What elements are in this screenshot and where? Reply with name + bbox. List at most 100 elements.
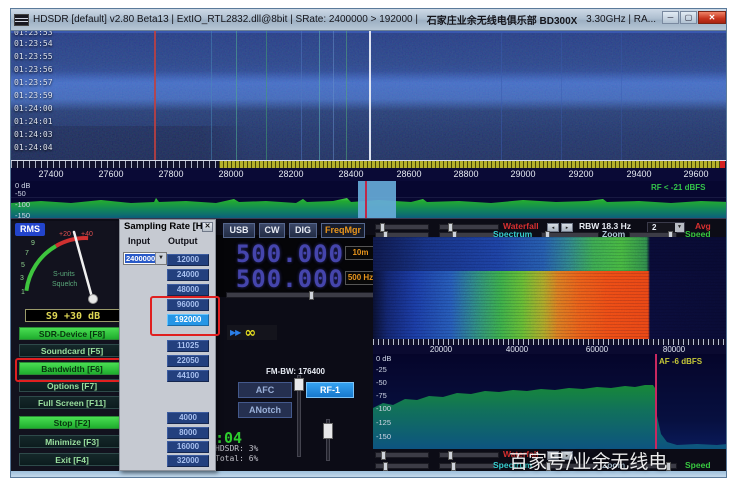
freq-tick: 27400 bbox=[31, 169, 71, 179]
mode-cw-button[interactable]: CW bbox=[259, 223, 285, 238]
playback-controls[interactable]: ▶▶ ∞ bbox=[227, 325, 277, 340]
slider-thumb[interactable] bbox=[381, 451, 386, 460]
afc-button[interactable]: AFC bbox=[238, 382, 292, 398]
tune-frequency-display[interactable]: 500.000 bbox=[216, 268, 344, 291]
titlebar[interactable]: HDSDR [default] v2.80 Beta13 | ExtIO_RTL… bbox=[11, 9, 727, 31]
freq-tick: 29400 bbox=[619, 169, 659, 179]
squelch-knob bbox=[89, 295, 98, 304]
af-cursor[interactable] bbox=[655, 354, 657, 449]
af-freq-tick: 20000 bbox=[417, 345, 465, 354]
minimize-icon[interactable]: ─ bbox=[662, 11, 679, 24]
close-icon[interactable]: ✕ bbox=[698, 11, 726, 24]
fast-forward-icon[interactable]: ▶▶ bbox=[230, 328, 240, 337]
rf-level-readout: RF < -21 dBFS bbox=[651, 183, 705, 192]
signal-trace bbox=[301, 31, 302, 160]
rate-option[interactable]: 8000 bbox=[167, 427, 209, 439]
rf-waterfall[interactable]: 01:23:53 01:23:54 01:23:55 01:23:56 01:2… bbox=[11, 31, 727, 160]
watermark: 百家号/业余无线电 bbox=[509, 447, 727, 474]
sampling-rate-dialog[interactable]: Sampling Rate [Hz] ✕ Input Output 240000… bbox=[119, 219, 216, 471]
anotch-button[interactable]: ANotch bbox=[238, 402, 292, 418]
af-noise-floor bbox=[373, 354, 727, 449]
waterfall-upper-slider[interactable] bbox=[375, 224, 429, 230]
loop-icon[interactable]: ∞ bbox=[244, 328, 256, 338]
signal-trace bbox=[319, 31, 320, 160]
volume-slider-thumb[interactable] bbox=[323, 423, 333, 439]
freq-tick: 28800 bbox=[446, 169, 486, 179]
db-label: -100 bbox=[15, 200, 30, 209]
rate-option[interactable]: 4000 bbox=[167, 412, 209, 424]
freq-tick: 27600 bbox=[91, 169, 131, 179]
rbw-increase-icon[interactable]: ▸ bbox=[561, 223, 573, 232]
minimize-button[interactable]: Minimize [F3] bbox=[19, 435, 125, 448]
bandwidth-slider-thumb[interactable] bbox=[294, 378, 304, 391]
rate-option[interactable]: 48000 bbox=[167, 284, 209, 296]
freq-tick: 29600 bbox=[676, 169, 716, 179]
rate-option[interactable]: 32000 bbox=[167, 455, 209, 467]
rate-option[interactable]: 11025 bbox=[167, 340, 209, 352]
band-select[interactable]: 10m bbox=[345, 246, 376, 260]
lo-frequency-display[interactable]: 500.000 bbox=[216, 243, 344, 266]
tuning-slider-thumb[interactable] bbox=[309, 291, 314, 300]
dialog-title: Sampling Rate [Hz] bbox=[124, 221, 211, 232]
meter-caption: S-units bbox=[53, 271, 75, 278]
spectrum-upper-slider-bottom[interactable] bbox=[375, 463, 429, 469]
waterfall-upper-slider-bottom[interactable] bbox=[375, 452, 429, 458]
slider-thumb[interactable] bbox=[451, 462, 456, 471]
step-select[interactable]: 500 Hz bbox=[345, 271, 376, 285]
meter-mode-badge[interactable]: RMS bbox=[15, 223, 45, 236]
fullscreen-button[interactable]: Full Screen [F11] bbox=[19, 396, 125, 409]
stop-button[interactable]: Stop [F2] bbox=[19, 416, 125, 429]
rf-frequency-ruler[interactable] bbox=[11, 160, 727, 168]
freqmgr-button[interactable]: FreqMgr bbox=[321, 223, 365, 238]
input-header: Input bbox=[128, 236, 150, 246]
slider-thumb[interactable] bbox=[383, 462, 388, 471]
mode-usb-button[interactable]: USB bbox=[223, 223, 255, 238]
slider-thumb[interactable] bbox=[448, 451, 453, 460]
af-db-label: -150 bbox=[376, 432, 391, 441]
rate-option[interactable]: 44100 bbox=[167, 370, 209, 382]
ruler-red-marker bbox=[720, 161, 725, 168]
af-spectrum[interactable]: 0 dB -25 -50 -75 -100 -125 -150 AF -6 dB… bbox=[373, 354, 727, 449]
mode-dig-button[interactable]: DIG bbox=[289, 223, 317, 238]
avg-dropdown-icon[interactable]: ▼ bbox=[675, 223, 684, 232]
af-waterfall[interactable] bbox=[373, 237, 727, 339]
meter-tick: 3 bbox=[20, 275, 24, 282]
hdsdr-window: HDSDR [default] v2.80 Beta13 | ExtIO_RTL… bbox=[10, 8, 727, 478]
soundcard-button[interactable]: Soundcard [F5] bbox=[19, 344, 125, 357]
af-db-label: -50 bbox=[376, 378, 387, 387]
meter-caption: Squelch bbox=[52, 281, 77, 288]
signal-trace bbox=[621, 31, 622, 160]
af-freq-tick: 40000 bbox=[493, 345, 541, 354]
spectrum-lower-slider-bottom[interactable] bbox=[439, 463, 495, 469]
meter-tick: 5 bbox=[21, 262, 25, 269]
sdr-device-button[interactable]: SDR-Device [F8] bbox=[19, 327, 125, 340]
rate-option[interactable]: 12000 bbox=[167, 254, 209, 266]
timestamp: 01:23:54 bbox=[14, 39, 53, 48]
exit-button[interactable]: Exit [F4] bbox=[19, 453, 125, 466]
club-title: 石家庄业余无线电俱乐部 BD300X bbox=[427, 12, 578, 27]
db-label: -150 bbox=[15, 211, 30, 219]
dialog-close-icon[interactable]: ✕ bbox=[202, 222, 213, 232]
rf-spectrum[interactable]: 0 dB -50 -100 -150 RF < -21 dBFS bbox=[11, 181, 727, 219]
rf-gain-button[interactable]: RF-1 bbox=[306, 382, 354, 398]
af-db-label: -100 bbox=[376, 404, 391, 413]
meter-tick: 1 bbox=[21, 289, 25, 296]
rate-option[interactable]: 22050 bbox=[167, 355, 209, 367]
rate-option[interactable]: 24000 bbox=[167, 269, 209, 281]
tune-line-waterfall bbox=[369, 31, 371, 160]
tune-cursor[interactable] bbox=[365, 181, 367, 219]
maximize-icon[interactable]: ▢ bbox=[680, 11, 697, 24]
passband-highlight[interactable] bbox=[358, 181, 396, 219]
input-rate-select[interactable]: 2400000 ▼ bbox=[123, 252, 167, 265]
rate-option[interactable]: 16000 bbox=[167, 441, 209, 453]
signal-trace bbox=[561, 31, 562, 160]
waterfall-lower-slider[interactable] bbox=[439, 224, 499, 230]
waterfall-lower-slider-bottom[interactable] bbox=[439, 452, 499, 458]
input-dropdown-icon[interactable]: ▼ bbox=[155, 253, 166, 264]
tuning-slider[interactable] bbox=[226, 292, 378, 298]
freq-tick: 28000 bbox=[211, 169, 251, 179]
rate-highlight-annotation bbox=[150, 296, 220, 336]
bandwidth-highlight-annotation bbox=[15, 358, 133, 382]
signal-trace bbox=[346, 31, 347, 160]
freq-tick: 28600 bbox=[389, 169, 429, 179]
